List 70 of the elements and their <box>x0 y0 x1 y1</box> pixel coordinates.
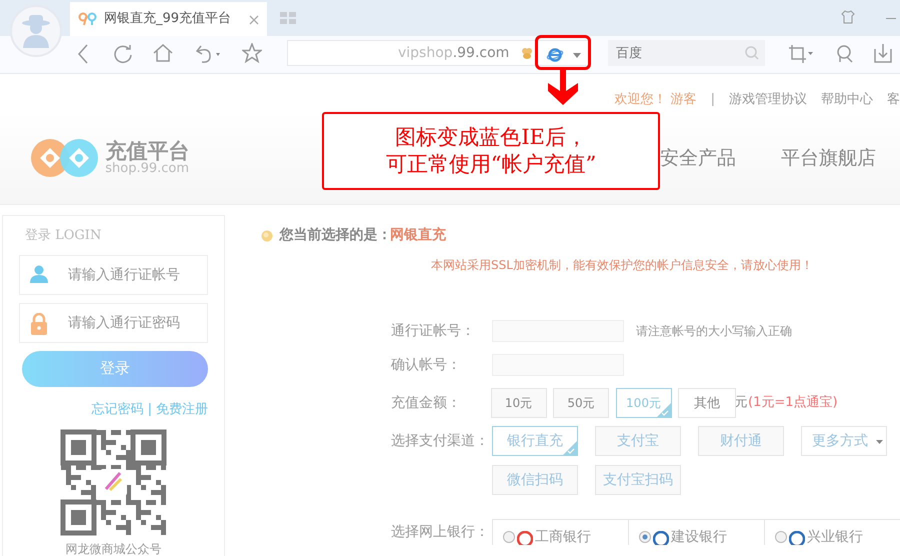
search-field[interactable]: 百度 <box>608 40 765 66</box>
download-icon[interactable] <box>874 43 892 63</box>
payment-option[interactable]: 支付宝 <box>595 426 681 456</box>
text-link[interactable]: 免费注册 <box>156 402 208 416</box>
login-button[interactable]: 登录 <box>22 350 208 386</box>
payment-option[interactable]: 银行直充 <box>492 426 578 456</box>
bulb-icon <box>261 230 273 242</box>
radio-button[interactable] <box>639 531 651 543</box>
text-link[interactable]: 忘记密码 <box>92 402 144 416</box>
selection-label: 您当前选择的是： <box>280 226 392 245</box>
back-icon[interactable] <box>77 44 89 64</box>
field-label: 通行证帐号： <box>391 322 476 340</box>
qr-caption: 网龙微商城公众号 <box>64 541 162 556</box>
top-link[interactable]: 客 <box>887 90 900 110</box>
bank-name: 建设银行 <box>671 529 727 545</box>
field-label: 选择网上银行： <box>391 522 490 542</box>
amount-option[interactable]: 10元 <box>490 388 546 418</box>
bank-name: 工商银行 <box>535 529 591 545</box>
reload-icon[interactable] <box>113 44 133 64</box>
field-label: 充值金额： <box>391 394 462 412</box>
shirt-icon[interactable] <box>841 10 855 24</box>
caret-icon[interactable] <box>573 53 581 58</box>
dropdown-button[interactable]: 更多方式 <box>801 426 887 456</box>
logo-domain: shop.99.com <box>105 162 190 175</box>
input-field[interactable]: 请输入通行证帐号 <box>19 254 208 294</box>
payment-option[interactable]: 支付宝扫码 <box>595 465 681 495</box>
ie-icon[interactable] <box>546 47 564 63</box>
radio-button[interactable] <box>503 531 515 543</box>
minimize-icon[interactable] <box>886 18 896 20</box>
nav-link[interactable]: 安全产品 <box>660 144 736 172</box>
search-icon[interactable] <box>745 46 759 60</box>
home-icon[interactable] <box>153 43 173 63</box>
security-notice: 本网站采用SSL加密机制，能有效保护您的帐户信息安全，请放心使用！ <box>431 257 814 274</box>
user-icon <box>30 264 48 282</box>
payment-option[interactable]: 微信扫码 <box>492 465 578 495</box>
separator: | <box>148 402 152 416</box>
payment-option[interactable]: 财付通 <box>698 426 784 456</box>
welcome-text: 欢迎您！ <box>614 91 667 110</box>
top-link[interactable]: 帮助中心 <box>821 90 873 110</box>
field-label: 确认帐号： <box>391 356 462 374</box>
annotation-note: 图标变成蓝色IE后， 可正常使用“帐户充值” <box>322 112 660 190</box>
rate-text: (1元=1点通宝) <box>748 394 838 412</box>
amount-option[interactable]: 50元 <box>553 388 609 418</box>
nav-link[interactable]: 平台旗舰店 <box>781 144 876 172</box>
address-bar[interactable]: vipshop.99.com <box>287 40 590 66</box>
star-icon[interactable] <box>242 43 262 63</box>
top-link[interactable]: 游戏管理协议 <box>729 90 807 110</box>
user-silhouette-icon <box>20 14 52 48</box>
caret-icon <box>876 440 883 444</box>
selection-value: 网银直充 <box>390 226 446 245</box>
amount-field[interactable]: 其他 <box>678 388 736 418</box>
login-title: 登录 LOGIN <box>25 227 102 245</box>
amount-option[interactable]: 100元 <box>616 388 672 418</box>
separator: | <box>710 91 715 110</box>
lock-icon <box>30 312 48 334</box>
tab-title: 网银直充_99充值平台 <box>104 10 232 28</box>
bank-name: 兴业银行 <box>807 529 863 545</box>
radio-button[interactable] <box>775 531 787 543</box>
hint-text: 请注意帐号的大小写输入正确 <box>636 323 792 340</box>
browser-tab[interactable]: 网银直充_99充值平台 <box>70 2 267 36</box>
undo-icon[interactable] <box>194 44 222 64</box>
crop-icon[interactable] <box>788 44 814 64</box>
site-logo-icon <box>78 12 98 26</box>
unit-text: 元 <box>734 394 748 412</box>
guest-link[interactable]: 游客 <box>670 90 697 110</box>
highlight-frame <box>535 35 591 70</box>
check-corner-icon <box>561 441 577 455</box>
input-field[interactable]: 请输入通行证密码 <box>19 302 208 342</box>
field-label: 选择支付渠道： <box>391 432 490 451</box>
logo-name: 充值平台 <box>105 141 190 162</box>
